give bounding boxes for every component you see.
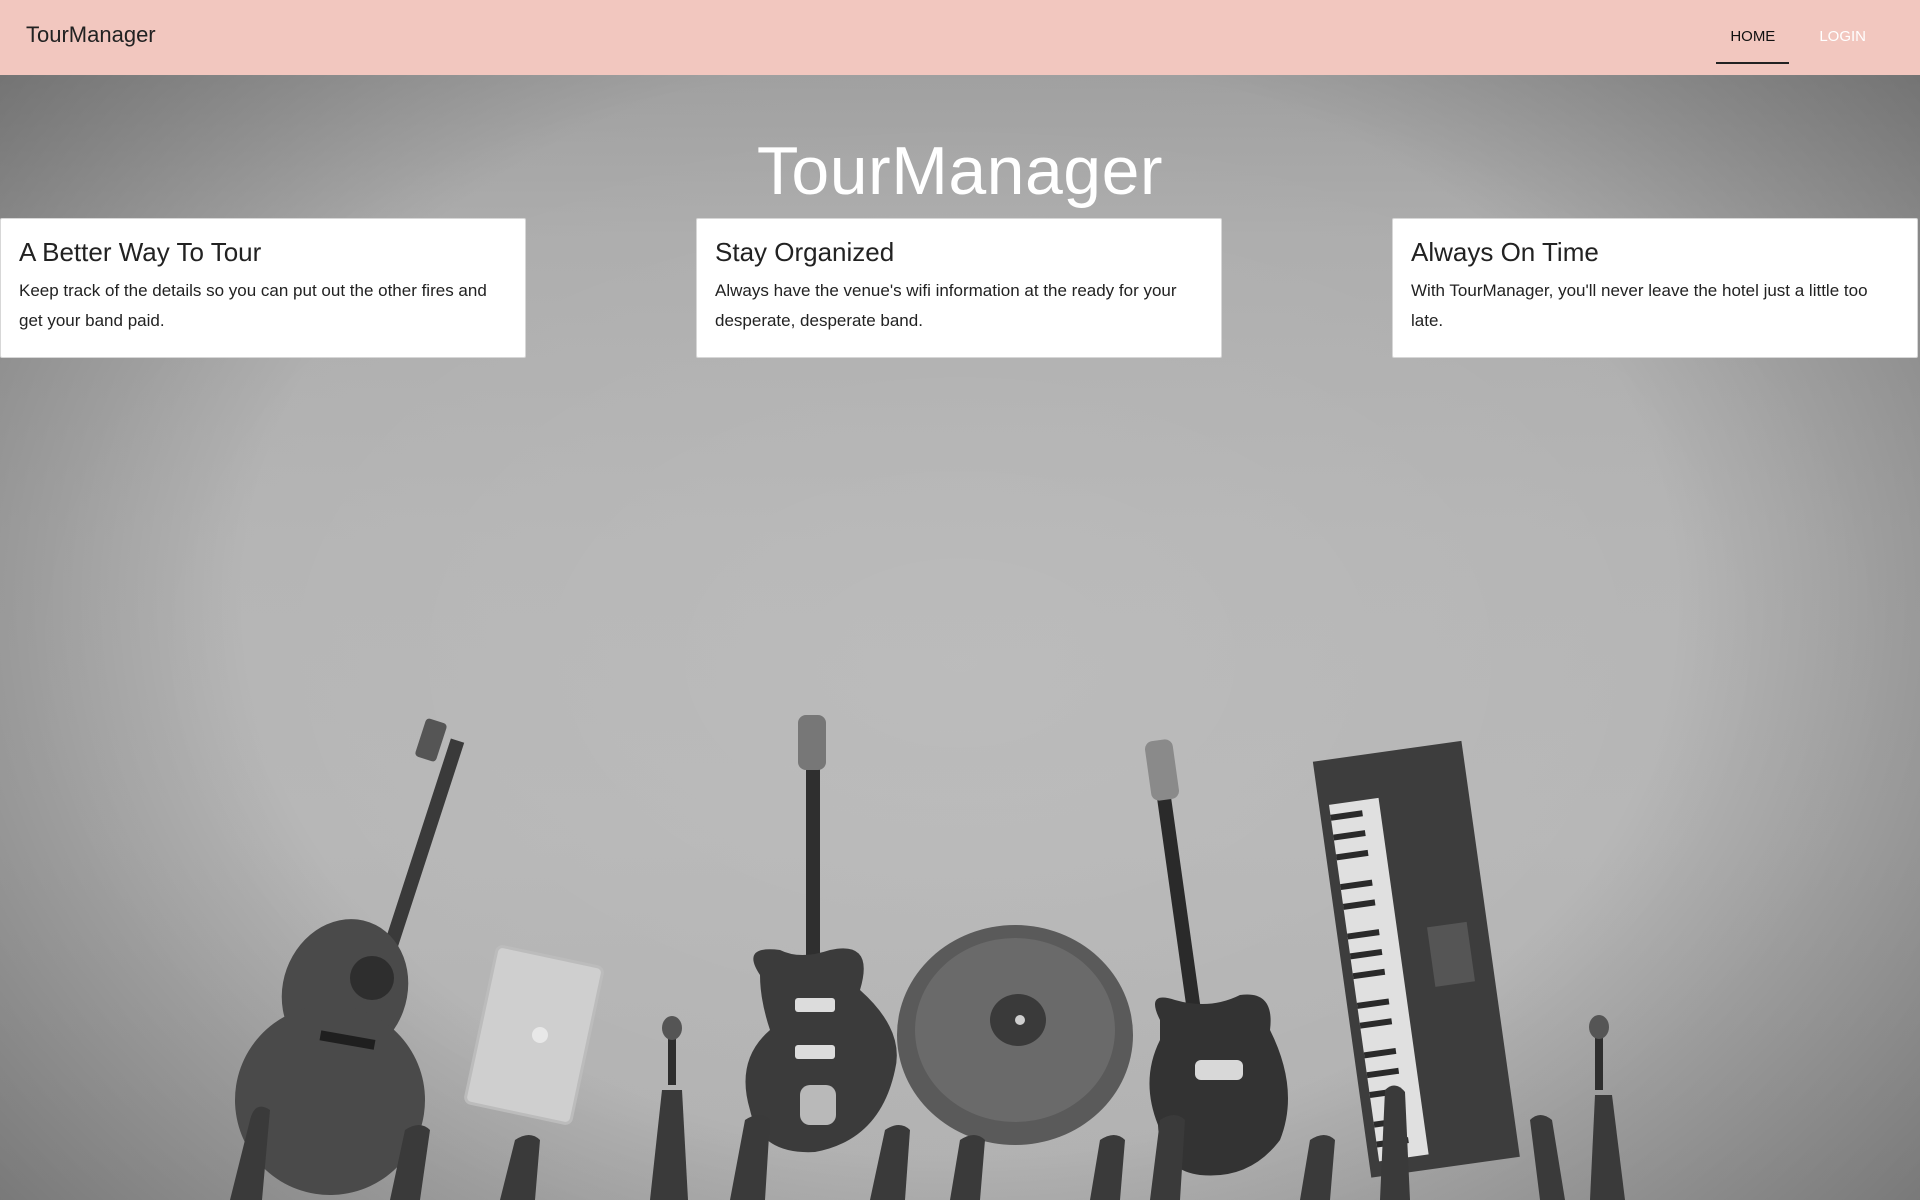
laptop-icon xyxy=(464,945,604,1125)
keyboard-synth-icon xyxy=(1312,740,1520,1178)
card-title: Always On Time xyxy=(1411,237,1599,267)
card-title: A Better Way To Tour xyxy=(19,237,262,267)
top-navbar: TourManager HOME LOGIN xyxy=(0,0,1920,75)
card-title: Stay Organized xyxy=(715,237,895,267)
electric-guitar-icon xyxy=(745,715,897,1153)
bass-guitar-icon xyxy=(1144,739,1288,1176)
hero-title: TourManager xyxy=(756,132,1164,209)
card-text: With TourManager, you'll never leave the… xyxy=(1411,281,1868,330)
card-text: Keep track of the details so you can put… xyxy=(19,281,487,330)
card-text: Always have the venue's wifi information… xyxy=(715,281,1177,330)
cymbal-icon xyxy=(897,925,1133,1145)
feature-card-better-way: A Better Way To Tour Keep track of the d… xyxy=(0,218,526,358)
feature-card-stay-organized: Stay Organized Always have the venue's w… xyxy=(696,218,1222,358)
brand-logo-link[interactable]: TourManager xyxy=(26,22,156,48)
nav-links: HOME LOGIN xyxy=(1700,0,1880,75)
nav-login-link[interactable]: LOGIN xyxy=(1805,0,1880,72)
feature-card-always-on-time: Always On Time With TourManager, you'll … xyxy=(1392,218,1918,358)
nav-home-link[interactable]: HOME xyxy=(1716,0,1790,72)
instruments-photo-illustration xyxy=(230,715,1625,1200)
